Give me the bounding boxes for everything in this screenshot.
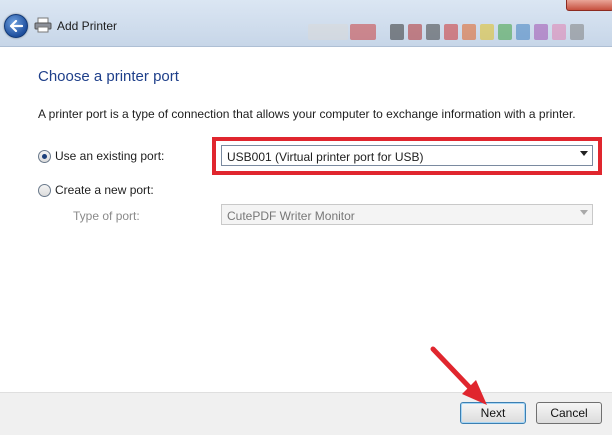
page-description: A printer port is a type of connection t… (38, 107, 576, 121)
use-existing-port-radio[interactable] (38, 150, 51, 163)
chevron-down-icon (580, 151, 588, 156)
printer-icon (34, 17, 52, 33)
window-title: Add Printer (57, 19, 118, 33)
chevron-down-icon (580, 210, 588, 215)
use-existing-port-label[interactable]: Use an existing port: (55, 149, 164, 163)
next-button[interactable]: Next (460, 402, 526, 424)
cancel-button[interactable]: Cancel (536, 402, 602, 424)
window-close-button[interactable] (566, 0, 612, 11)
type-of-port-dropdown: CutePDF Writer Monitor (221, 204, 593, 225)
back-arrow-icon (9, 20, 23, 32)
type-of-port-value: CutePDF Writer Monitor (227, 209, 355, 223)
type-of-port-label: Type of port: (73, 209, 140, 223)
create-new-port-label[interactable]: Create a new port: (55, 183, 154, 197)
existing-port-dropdown[interactable]: USB001 (Virtual printer port for USB) (221, 145, 593, 166)
page-heading: Choose a printer port (38, 68, 179, 85)
create-new-port-radio[interactable] (38, 184, 51, 197)
existing-port-value: USB001 (Virtual printer port for USB) (227, 150, 424, 164)
back-button[interactable] (4, 14, 28, 38)
background-taskbar-strip (300, 20, 612, 46)
